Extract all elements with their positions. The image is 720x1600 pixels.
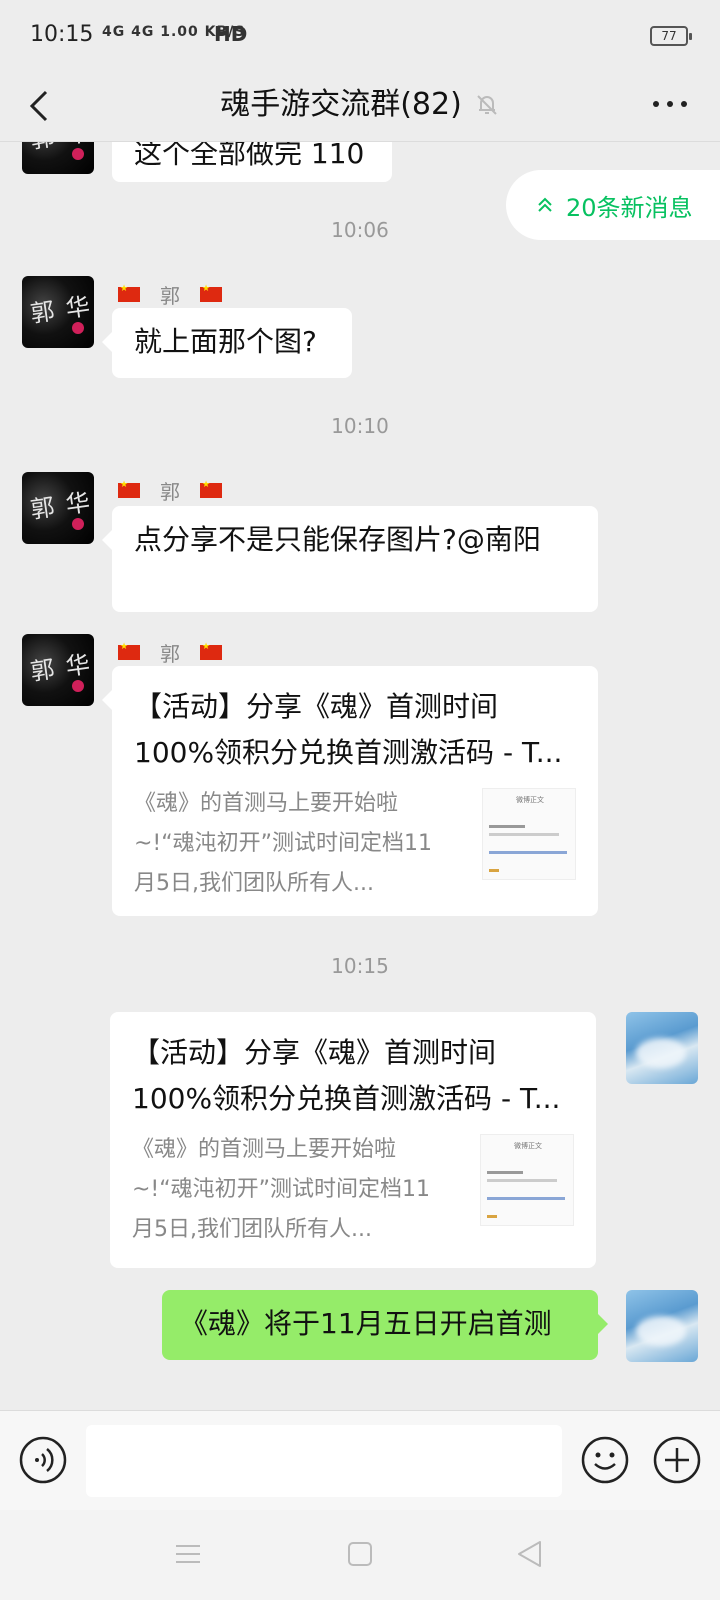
thumbnail-line [487,1215,497,1218]
timestamp: 10:15 [331,954,389,978]
message-bubble[interactable]: 这个全部做完 110 [112,142,392,182]
link-thumbnail: 微博正文 [482,788,576,880]
message-text: 《魂》将于11月五日开启首测 [180,1307,552,1340]
battery-level: 77 [661,29,677,43]
china-flag-icon [200,642,222,660]
china-flag-icon [200,480,222,498]
thumbnail-line [487,1171,523,1174]
link-description: 《魂》的首测马上要开始啦~!“魂沌初开”测试时间定档11月5日,我们团队所有人.… [132,1137,431,1242]
link-title: 【活动】分享《魂》首测时间100%领积分兑换首测激活码 - T... [134,690,563,769]
battery-icon: 77 [650,26,692,46]
plus-icon [653,1436,701,1484]
status-bar: 10:15 4G 4G 1.00 KB/S HD 77 [0,0,720,72]
thumbnail-line [489,825,525,828]
thumbnail-line [489,833,559,836]
nav-back-icon [518,1541,541,1567]
sender-name: 郭 [118,638,222,667]
avatar[interactable] [22,472,94,544]
input-bar [0,1410,720,1510]
menu-icon [176,1545,200,1563]
nav-menu-button[interactable] [172,1538,204,1570]
nav-back-button[interactable] [514,1538,546,1570]
home-icon [348,1542,372,1566]
message-bubble[interactable]: 《魂》将于11月五日开启首测 [162,1290,608,1360]
avatar[interactable] [22,634,94,706]
system-nav-bar [0,1510,720,1600]
avatar[interactable] [22,276,94,348]
mute-bell-icon [477,95,497,115]
thumbnail-header: 微博正文 [516,796,544,804]
message-input[interactable] [86,1425,562,1497]
nav-home-button[interactable] [344,1538,376,1570]
link-title: 【活动】分享《魂》首测时间100%领积分兑换首测激活码 - T... [132,1036,561,1115]
message-text: 这个全部做完 110 [134,142,365,170]
plus-button[interactable] [652,1435,702,1485]
hd-indicator: HD [214,22,248,46]
status-time: 10:15 [30,22,94,47]
sender-name: 郭 [118,476,222,505]
emoji-icon [581,1436,629,1484]
china-flag-icon [118,284,140,302]
thumbnail-header: 微博正文 [514,1142,542,1150]
more-button[interactable] [648,82,692,126]
china-flag-icon [118,642,140,660]
thumbnail-line [487,1197,565,1200]
sender-name-text: 郭 [160,642,180,666]
double-chevron-up-icon [538,197,552,212]
message-text: 就上面那个图? [134,325,317,358]
sender-name-text: 郭 [160,284,180,308]
message-text: 点分享不是只能保存图片?@南阳 [134,523,541,556]
china-flag-icon [118,480,140,498]
link-thumbnail: 微博正文 [480,1134,574,1226]
link-description: 《魂》的首测马上要开始啦~!“魂沌初开”测试时间定档11月5日,我们团队所有人.… [134,791,433,896]
more-dots-icon [653,101,687,107]
voice-icon [19,1436,67,1484]
avatar[interactable] [626,1290,698,1362]
link-card[interactable]: 【活动】分享《魂》首测时间100%领积分兑换首测激活码 - T... 《魂》的首… [102,666,598,916]
avatar[interactable] [626,1012,698,1084]
voice-button[interactable] [18,1435,68,1485]
emoji-button[interactable] [580,1435,630,1485]
avatar[interactable] [22,142,94,174]
chat-title-area: 魂手游交流群(82) [0,80,720,130]
timestamp: 10:10 [331,414,389,438]
china-flag-icon [200,284,222,302]
sender-name-text: 郭 [160,480,180,504]
chat-header: 魂手游交流群(82) [0,72,720,142]
message-bubble[interactable]: 就上面那个图? [102,308,352,378]
message-bubble[interactable]: 点分享不是只能保存图片?@南阳 [102,506,598,612]
timestamp: 10:06 [331,218,389,242]
sender-name: 郭 [118,280,222,309]
page-title: 魂手游交流群(82) [220,87,462,122]
thumbnail-line [489,869,499,872]
thumbnail-line [487,1179,557,1182]
thumbnail-line [489,851,567,854]
chat-area[interactable]: 这个全部做完 110 20条新消息 10:06 郭 就上面那个图? 10:10 … [0,142,720,1410]
link-card[interactable]: 【活动】分享《魂》首测时间100%领积分兑换首测激活码 - T... 《魂》的首… [110,1012,596,1268]
